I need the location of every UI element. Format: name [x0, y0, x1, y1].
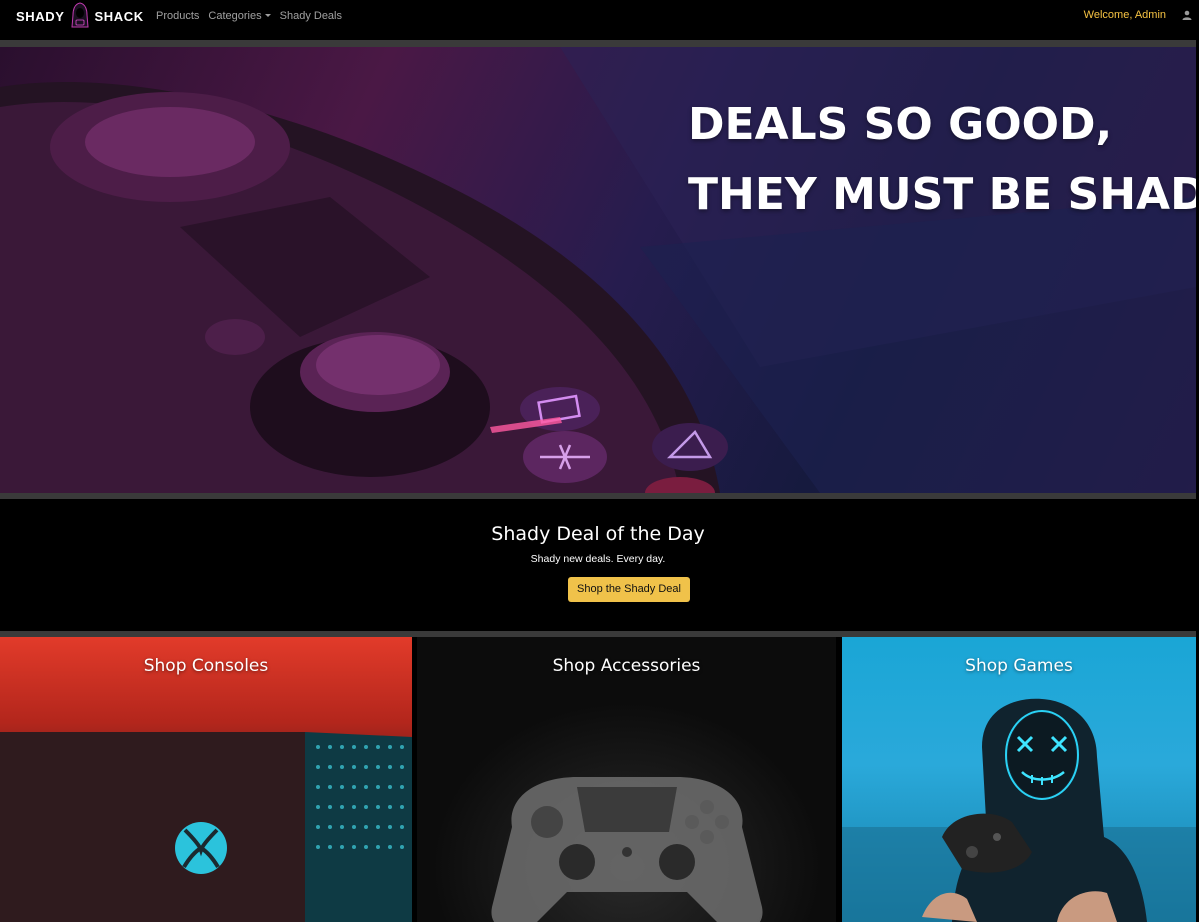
hero-banner: DEALS SO GOOD, THEY MUST BE SHADY [0, 47, 1196, 493]
deal-title: Shady Deal of the Day [491, 523, 705, 545]
shop-accessories-title: Shop Accessories [552, 656, 701, 676]
nav-categories-label: Categories [208, 9, 262, 22]
nav-products[interactable]: Products [156, 10, 199, 22]
brand-logo-link[interactable]: SHADY SHACK [16, 0, 144, 32]
shop-accessories-card[interactable]: Shop Accessories [417, 637, 836, 922]
deal-subtitle: Shady new deals. Every day. [530, 553, 666, 565]
xbox-logo-icon [175, 822, 227, 874]
shop-consoles-card[interactable]: Shop Consoles [0, 637, 412, 922]
hero-heading-line2: THEY MUST BE SHADY [688, 169, 1196, 220]
brand-word-left: SHADY [16, 8, 65, 24]
user-icon[interactable] [1182, 10, 1192, 20]
nav-links: Products Categories Shady Deals [156, 0, 342, 31]
navbar: SHADY SHACK Products Categories Shady De… [0, 0, 1199, 40]
separator-top [0, 40, 1196, 47]
deal-of-the-day-section: Shady Deal of the Day Shady new deals. E… [0, 499, 1196, 631]
brand-word-right: SHACK [94, 8, 144, 24]
shop-shady-deal-button[interactable]: Shop the Shady Deal [568, 577, 690, 602]
welcome-text[interactable]: Welcome, Admin [1084, 9, 1166, 21]
shop-games-card[interactable]: Shop Games [842, 637, 1196, 922]
nav-shady-deals[interactable]: Shady Deals [280, 10, 342, 22]
caret-down-icon [264, 13, 271, 17]
shop-consoles-title: Shop Consoles [143, 656, 269, 676]
shop-games-title: Shop Games [965, 656, 1073, 676]
masked-gamer-illustration [842, 698, 1196, 922]
console-illustration [0, 732, 412, 922]
hooded-figure-icon [70, 2, 89, 28]
hero-heading-line1: DEALS SO GOOD, [688, 99, 1113, 150]
gamepad-illustration [491, 777, 763, 922]
nav-categories[interactable]: Categories [208, 9, 271, 22]
